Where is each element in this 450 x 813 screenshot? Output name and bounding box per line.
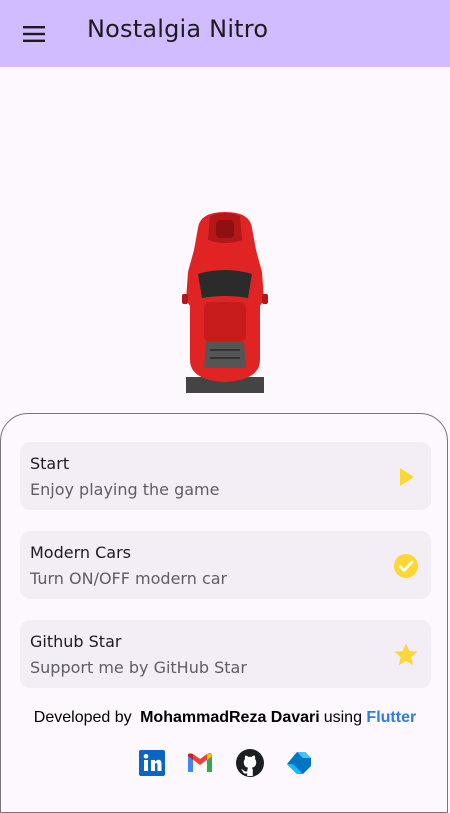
play-icon bbox=[400, 468, 414, 486]
start-title: Start bbox=[30, 454, 70, 473]
github-star-title: Github Star bbox=[30, 632, 122, 651]
credit-line: Developed by MohammadReza Davari using Fl… bbox=[0, 709, 450, 727]
modern-cars-title: Modern Cars bbox=[30, 543, 132, 562]
star-icon bbox=[394, 643, 418, 666]
app-title: Nostalgia Nitro bbox=[87, 15, 269, 43]
dart-icon[interactable] bbox=[283, 748, 313, 778]
start-subtitle: Enjoy playing the game bbox=[30, 480, 220, 499]
github-star-tile[interactable]: Github Star Support me by GitHub Star bbox=[20, 620, 431, 688]
app-bar: Nostalgia Nitro bbox=[0, 0, 450, 67]
social-links bbox=[0, 748, 450, 778]
modern-cars-subtitle: Turn ON/OFF modern car bbox=[30, 569, 228, 588]
flutter-link[interactable]: Flutter bbox=[366, 709, 416, 726]
author-name: MohammadReza Davari bbox=[140, 709, 320, 726]
credit-middle: using bbox=[323, 709, 362, 726]
car-image bbox=[182, 212, 268, 393]
start-tile[interactable]: Start Enjoy playing the game bbox=[20, 442, 431, 510]
modern-cars-tile[interactable]: Modern Cars Turn ON/OFF modern car bbox=[20, 531, 431, 599]
github-star-subtitle: Support me by GitHub Star bbox=[30, 658, 247, 677]
credit-prefix: Developed by bbox=[33, 709, 132, 726]
github-icon[interactable] bbox=[235, 748, 265, 778]
gmail-icon[interactable] bbox=[185, 748, 215, 778]
linkedin-icon[interactable] bbox=[137, 748, 167, 778]
check-circle-icon[interactable] bbox=[393, 553, 419, 579]
menu-icon[interactable] bbox=[22, 22, 46, 46]
